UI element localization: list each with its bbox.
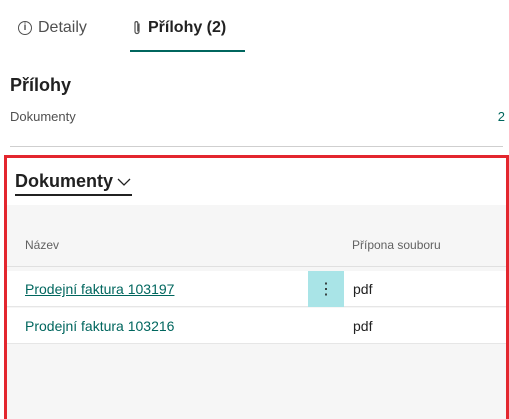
- tab-attachments-label: Přílohy (2): [148, 19, 227, 36]
- document-extension: pdf: [353, 318, 373, 334]
- divider: [10, 146, 503, 147]
- row-actions-button[interactable]: ⋮: [308, 271, 344, 307]
- table-row[interactable]: Prodejní faktura 103216 pdf: [7, 308, 506, 344]
- tab-bar: i Detaily Přílohy (2): [0, 0, 509, 60]
- column-header-extension[interactable]: Přípona souboru: [352, 238, 441, 252]
- factbox-title: Přílohy: [10, 75, 72, 95]
- header-divider: [7, 266, 506, 267]
- paperclip-icon: [132, 20, 142, 36]
- document-extension: pdf: [353, 281, 373, 297]
- documents-part-title: Dokumenty: [15, 171, 114, 191]
- document-name-link[interactable]: Prodejní faktura 103197: [25, 271, 174, 307]
- tab-details-label: Detaily: [38, 19, 87, 36]
- active-tab-indicator: [130, 50, 245, 52]
- tab-attachments[interactable]: Přílohy (2): [132, 13, 226, 43]
- factbox-row-label: Dokumenty: [10, 108, 76, 124]
- factbox-row-value[interactable]: 2: [498, 109, 505, 124]
- column-header-name[interactable]: Název: [25, 238, 59, 252]
- table-row[interactable]: Prodejní faktura 103197 ⋮ pdf: [7, 271, 506, 307]
- factbox-row-documents: Dokumenty 2: [10, 106, 505, 126]
- tab-details[interactable]: i Detaily: [18, 13, 87, 43]
- info-icon: i: [18, 21, 32, 35]
- list-empty-area: [7, 345, 506, 419]
- document-name-link[interactable]: Prodejní faktura 103216: [25, 308, 174, 344]
- documents-part-header[interactable]: Dokumenty: [15, 171, 133, 196]
- chevron-down-icon: [117, 178, 131, 186]
